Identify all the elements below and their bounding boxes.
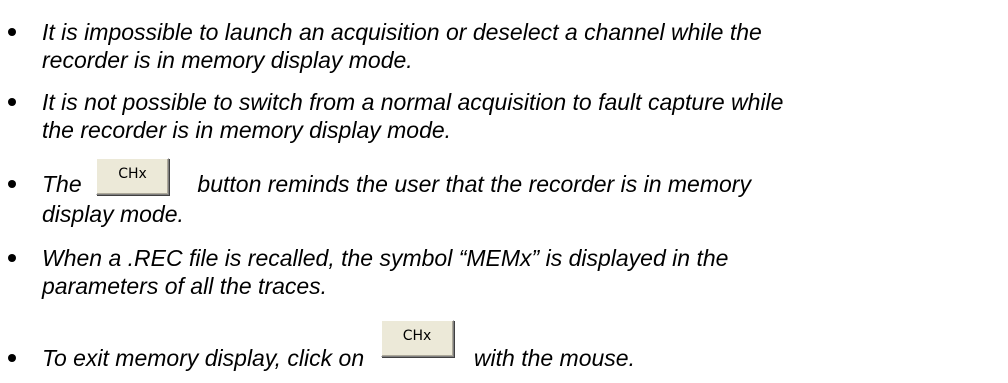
- bullet-text: It is impossible to launch an acquisitio…: [42, 18, 992, 74]
- bullet-dot-icon: [8, 354, 16, 362]
- bullet-text: When a .REC file is recalled, the symbol…: [42, 244, 992, 300]
- bullet-dot-icon: [8, 28, 16, 36]
- bullet-line: It is not possible to switch from a norm…: [42, 89, 784, 115]
- bullet-line: The CHx button reminds the user that the…: [42, 158, 992, 202]
- bullet-line: display mode.: [42, 201, 184, 227]
- inline-button-wrap: CHx: [380, 320, 454, 357]
- bullet-text-post: with the mouse.: [473, 345, 635, 371]
- bullet-text: It is not possible to switch from a norm…: [42, 88, 992, 144]
- bullet-line: parameters of all the traces.: [42, 273, 328, 299]
- chx-button[interactable]: CHx: [380, 320, 454, 357]
- bullet-text-pre: To exit memory display, click on: [42, 345, 365, 371]
- bullet-dot-icon: [8, 180, 16, 188]
- bullet-text-post: button reminds the user that the recorde…: [197, 171, 751, 197]
- bullet-line: When a .REC file is recalled, the symbol…: [42, 245, 729, 271]
- bullet-line: It is impossible to launch an acquisitio…: [42, 19, 762, 45]
- bullet-dot-icon: [8, 254, 16, 262]
- chx-button[interactable]: CHx: [96, 158, 170, 195]
- document-page: It is impossible to launch an acquisitio…: [0, 0, 1008, 383]
- bullet-text: To exit memory display, click on CHx wit…: [42, 320, 992, 380]
- bullet-line: the recorder is in memory display mode.: [42, 117, 452, 143]
- bullet-line: To exit memory display, click on CHx wit…: [42, 320, 992, 380]
- bullet-text-pre: The: [42, 171, 82, 197]
- bullet-text: The CHx button reminds the user that the…: [42, 158, 992, 228]
- bullet-line: recorder is in memory display mode.: [42, 47, 413, 73]
- bullet-dot-icon: [8, 98, 16, 106]
- inline-button-wrap: CHx: [96, 158, 170, 195]
